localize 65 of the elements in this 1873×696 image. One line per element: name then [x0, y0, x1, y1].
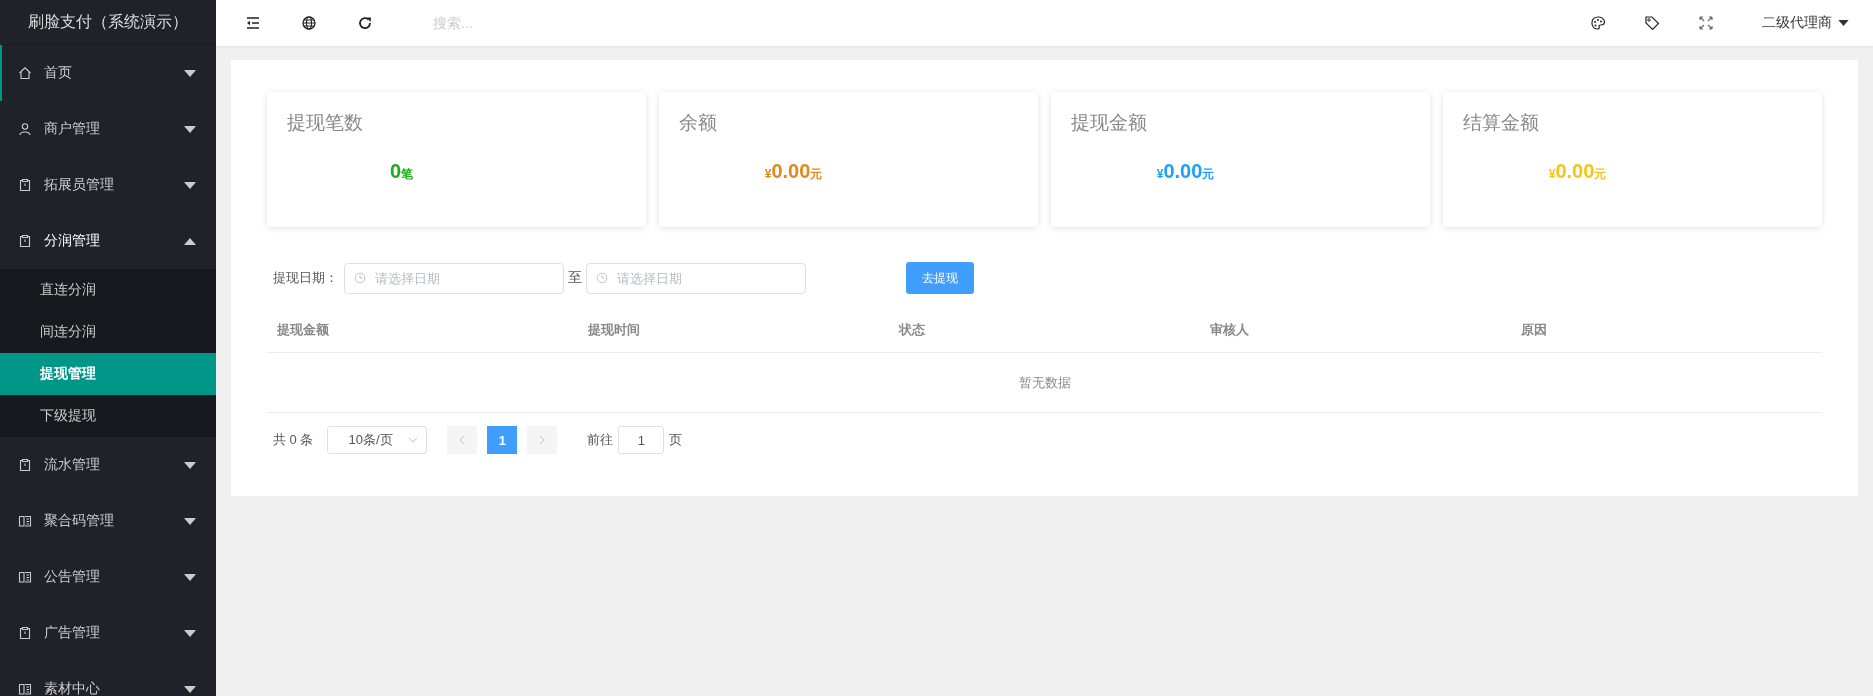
menu-item[interactable]: 商户管理: [0, 101, 216, 157]
clipboard-icon: [18, 234, 32, 248]
clipboard-icon: [18, 626, 32, 640]
column-header: 提现金额: [276, 321, 330, 339]
caret-down-icon: [184, 125, 196, 133]
stat-value: ¥0.00元: [763, 160, 824, 183]
menu-item[interactable]: 公告管理: [0, 549, 216, 605]
submenu-item[interactable]: 直连分润: [0, 269, 216, 311]
page-number-field[interactable]: 1: [618, 426, 665, 454]
column-header: 审核人: [1209, 321, 1250, 339]
tag-icon[interactable]: [1644, 15, 1660, 31]
chevron-down-icon: [408, 437, 419, 443]
filter-label: 提现日期：: [273, 269, 338, 287]
card-title: 余额: [679, 111, 718, 135]
caret-down-icon: [184, 629, 196, 637]
caret-up-icon: [184, 237, 196, 245]
menu-item[interactable]: 流水管理: [0, 437, 216, 493]
home-icon: [18, 66, 32, 80]
clipboard-icon: [18, 458, 32, 472]
menu-item[interactable]: 聚合码管理: [0, 493, 216, 549]
book-icon: [18, 570, 32, 584]
goto-label: 前往: [587, 431, 614, 449]
total-count: 共 0 条: [273, 431, 314, 449]
card-title: 提现笔数: [287, 111, 364, 135]
refresh-icon[interactable]: [357, 15, 373, 31]
date-field[interactable]: 请选择日期: [344, 262, 564, 294]
stat-value: ¥0.00元: [1155, 160, 1216, 183]
submenu-item[interactable]: 下级提现: [0, 395, 216, 437]
card-title: 提现金额: [1071, 111, 1148, 135]
chevron-right-icon: [539, 435, 546, 445]
caret-down-icon: [184, 685, 196, 693]
column-header: 原因: [1520, 321, 1548, 339]
column-header: 提现时间: [587, 321, 641, 339]
user-menu[interactable]: 二级代理商: [1762, 14, 1849, 32]
menu-collapse-icon[interactable]: [245, 15, 261, 31]
stat-value: 0笔: [388, 160, 415, 183]
chevron-left-icon: [459, 435, 466, 445]
column-header: 状态: [897, 321, 926, 339]
submenu-item[interactable]: 间连分润: [0, 311, 216, 353]
card-title: 结算金额: [1463, 111, 1540, 135]
caret-down-icon: [184, 573, 196, 581]
menu-item[interactable]: 拓展员管理: [0, 157, 216, 213]
empty-message: 暂无数据: [1018, 373, 1071, 392]
menu-item[interactable]: 分润管理: [0, 213, 216, 269]
menu-item[interactable]: 素材中心: [0, 661, 216, 696]
palette-icon[interactable]: [1590, 15, 1606, 31]
book-icon: [18, 682, 32, 696]
fullscreen-icon[interactable]: [1698, 15, 1714, 31]
submenu-item[interactable]: 提现管理: [0, 353, 216, 395]
menu-item[interactable]: 首页: [0, 45, 216, 101]
clipboard-icon: [18, 178, 32, 192]
caret-down-icon: [184, 181, 196, 189]
caret-down-icon: [184, 517, 196, 525]
page-unit-label: 页: [669, 431, 683, 449]
globe-icon[interactable]: [301, 15, 317, 31]
caret-down-icon: [184, 461, 196, 469]
book-icon: [18, 514, 32, 528]
user-icon: [18, 122, 32, 136]
range-separator: 至: [568, 269, 582, 287]
page-size-select[interactable]: 10条/页: [327, 426, 428, 454]
menu-item[interactable]: 广告管理: [0, 605, 216, 661]
caret-down-icon: [1838, 20, 1849, 26]
caret-down-icon: [184, 69, 196, 77]
date-field[interactable]: 请选择日期: [586, 262, 806, 294]
stat-value: ¥0.00元: [1547, 160, 1608, 183]
